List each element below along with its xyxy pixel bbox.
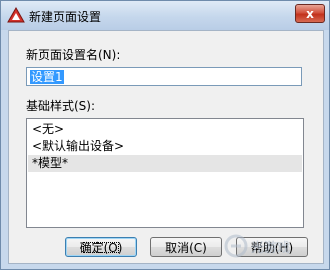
watermark: 光游戏 [223, 229, 321, 263]
cancel-button[interactable]: 取消(C) [150, 237, 222, 257]
page-setup-name-label: 新页面设置名(N): [26, 48, 121, 62]
ok-button-label: 确定(O) [79, 240, 123, 255]
cancel-button-label: 取消(C) [165, 240, 207, 255]
list-item[interactable]: <无> [28, 121, 302, 138]
page-setup-name-input[interactable]: 设置1 [26, 67, 302, 86]
close-button[interactable]: x [295, 4, 325, 23]
list-item[interactable]: <默认输出设备> [28, 138, 302, 155]
base-style-label: 基础样式(S): [26, 99, 96, 113]
window-title: 新建页面设置 [29, 10, 102, 24]
watermark-logo-icon [224, 234, 248, 258]
ok-button[interactable]: 确定(O) [65, 237, 137, 257]
page-setup-name-value: 设置1 [30, 70, 64, 84]
base-style-list[interactable]: <无> <默认输出设备> *模型* [26, 118, 304, 228]
new-page-setup-dialog: 新建页面设置 x 新页面设置名(N): 设置1 基础样式(S): <无> <默认… [0, 0, 330, 270]
title-bar[interactable]: 新建页面设置 x [1, 1, 329, 30]
watermark-text: 光游戏 [251, 240, 291, 256]
autocad-icon [7, 7, 25, 23]
list-item-selected[interactable]: *模型* [28, 155, 302, 172]
close-icon: x [306, 6, 314, 21]
